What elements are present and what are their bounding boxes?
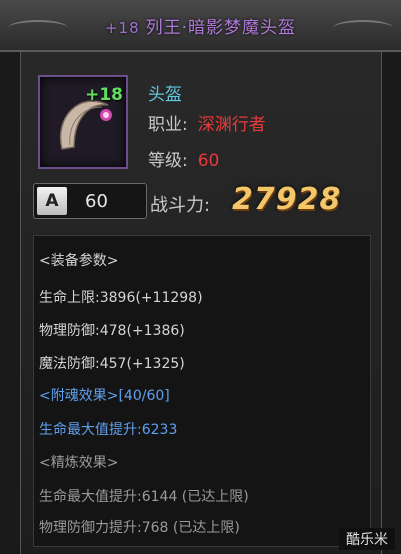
grade-value: 60 [85,190,108,212]
power-value: 27928 [232,182,342,217]
section-params: <装备参数> [39,253,119,269]
item-icon-slot[interactable]: +18 [38,75,128,169]
ornament-right-icon [333,20,393,36]
class-value: 深渊行者 [197,115,266,135]
power-label: 战斗力: [150,195,211,216]
ornament-left-icon [8,20,68,36]
level-value: 60 [197,151,220,171]
grade-letter: A [37,187,67,215]
grade-box: A 60 [33,183,147,219]
refine-effect-1: 生命最大值提升:6144 (已达上限) [39,489,249,505]
stat-mdef: 魔法防御:457(+1325) [39,356,185,372]
stat-hp: 生命上限:3896(+11298) [39,290,203,306]
section-soul: <附魂效果>[40/60] [39,388,170,404]
class-row: 职业: 深渊行者 [148,110,266,135]
class-label: 职业: [148,115,188,135]
soul-effect-1: 生命最大值提升:6233 [39,422,178,438]
section-refine: <精炼效果> [39,455,119,471]
refine-effect-2: 物理防御力提升:768 (已达上限) [39,520,240,536]
stats-panel: <装备参数> 生命上限:3896(+11298) 物理防御:478(+1386)… [33,235,371,547]
title-enhance-level: +18 [104,18,140,37]
item-type: 头盔 [148,85,182,105]
item-title: +18 列王·暗影梦魔头盔 [105,13,296,38]
watermark: 酷乐米 [339,528,395,550]
level-row: 等级: 60 [148,146,219,171]
item-enhance-badge: +18 [85,85,123,105]
item-title-bar: +18 列王·暗影梦魔头盔 [0,0,401,52]
title-text: 列王·暗影梦魔头盔 [145,17,297,38]
level-label: 等级: [148,151,188,171]
stat-pdef: 物理防御:478(+1386) [39,323,185,339]
